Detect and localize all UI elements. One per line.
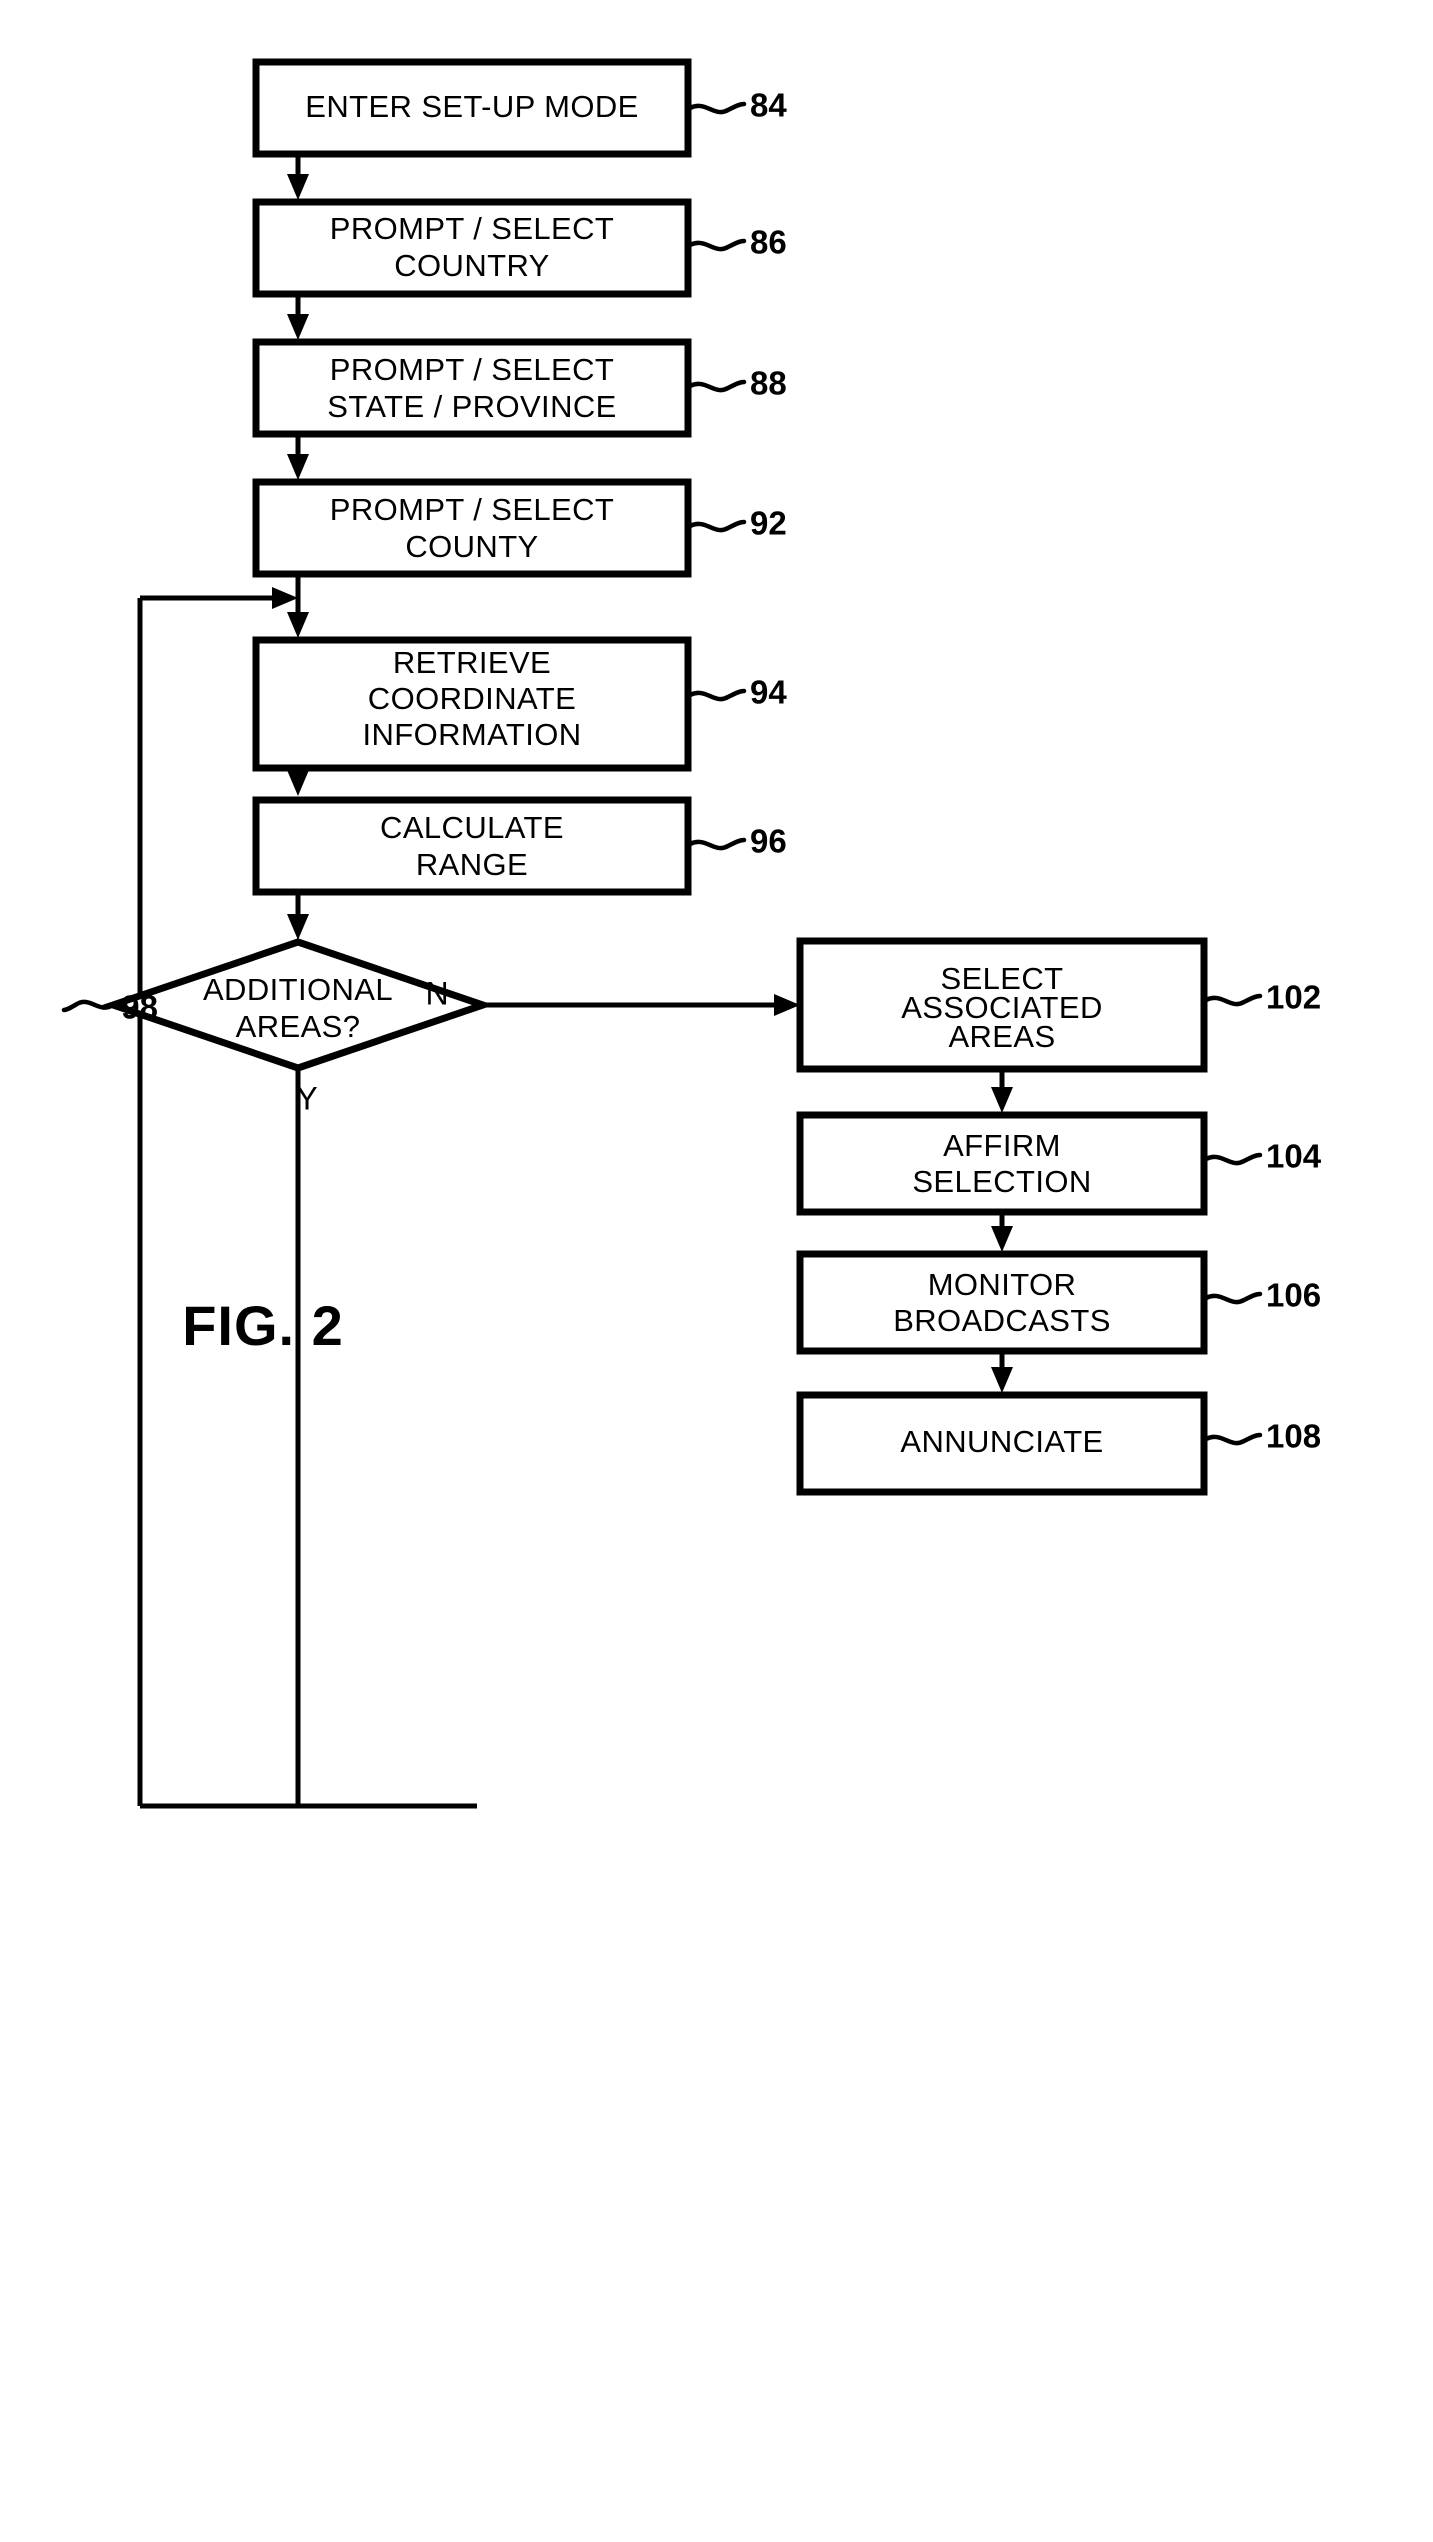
- node-106-label-line-1: BROADCASTS: [893, 1303, 1111, 1338]
- connector-102-to-104: [991, 1069, 1013, 1113]
- node-96-leader-line: [687, 837, 747, 851]
- node-retrieve-coordinate-information: RETRIEVE COORDINATE INFORMATION 94: [252, 636, 787, 772]
- connector-84-to-86: [287, 154, 309, 200]
- connector-106-to-108: [991, 1351, 1013, 1393]
- node-106-label-line-0: MONITOR: [928, 1267, 1077, 1302]
- node-102-leader-line: [1203, 993, 1263, 1007]
- node-88-leader-line: [687, 379, 747, 393]
- arrowhead-no-branch: [774, 994, 800, 1016]
- node-96-ref-number: 96: [750, 823, 787, 860]
- node-96-label-line-0: CALCULATE: [380, 810, 564, 845]
- arrowhead-104-106: [991, 1226, 1013, 1252]
- node-affirm-selection: AFFIRM SELECTION 104: [796, 1111, 1322, 1216]
- node-94-leader-line: [687, 688, 747, 702]
- arrowhead-88-92: [287, 454, 309, 480]
- node-86-leader-line: [687, 238, 747, 252]
- arrowhead-106-108: [991, 1367, 1013, 1393]
- node-select-associated-areas: SELECT ASSOCIATED AREAS 102: [796, 937, 1321, 1073]
- connector-92-to-94: [287, 574, 309, 638]
- node-additional-areas-decision: ADDITIONAL AREAS? 98: [61, 938, 494, 1072]
- node-88-ref-number: 88: [750, 365, 787, 402]
- connector-88-to-92: [287, 434, 309, 480]
- node-92-label-line-1: COUNTY: [405, 529, 538, 564]
- branch-label-no: N: [425, 975, 448, 1011]
- node-94-label-line-2: INFORMATION: [362, 717, 581, 752]
- node-108-leader-line: [1203, 1432, 1263, 1446]
- patent-figure: 82 ENTER SET-UP MODE 84 PROMPT / SELECT …: [0, 0, 1433, 2542]
- node-86-ref-number: 86: [750, 224, 787, 261]
- connector-96-to-98: [287, 892, 309, 940]
- node-98-label-line-1: AREAS?: [236, 1009, 361, 1044]
- connector-94-to-96: [287, 768, 309, 796]
- node-92-leader-line: [687, 519, 747, 533]
- branch-yes-98-loopback: Y: [295, 1068, 318, 1806]
- node-92-ref-number: 92: [750, 505, 787, 542]
- node-98-leader-line: [61, 999, 116, 1013]
- flowchart-diagram: 82 ENTER SET-UP MODE 84 PROMPT / SELECT …: [61, 58, 1322, 1809]
- node-86-label-line-1: COUNTRY: [394, 248, 550, 283]
- node-94-label-line-0: RETRIEVE: [393, 645, 551, 680]
- node-enter-setup-mode: ENTER SET-UP MODE 84: [252, 58, 787, 158]
- node-108-label-line-0: ANNUNCIATE: [900, 1424, 1103, 1459]
- arrowhead-84-86: [287, 174, 309, 200]
- node-calculate-range: CALCULATE RANGE 96: [252, 796, 787, 896]
- node-106-leader-line: [1203, 1291, 1263, 1305]
- node-prompt-select-country: PROMPT / SELECT COUNTRY 86: [252, 198, 787, 298]
- arrowhead-102-104: [991, 1087, 1013, 1113]
- node-annunciate: ANNUNCIATE 108: [796, 1391, 1321, 1496]
- arrowhead-86-88: [287, 314, 309, 340]
- node-94-label-line-1: COORDINATE: [368, 681, 576, 716]
- node-86-label-line-0: PROMPT / SELECT: [330, 211, 615, 246]
- node-104-leader-line: [1203, 1152, 1263, 1166]
- connector-104-to-106: [991, 1212, 1013, 1252]
- branch-no-98-to-102: N: [425, 975, 800, 1016]
- node-98-label-line-0: ADDITIONAL: [203, 972, 393, 1007]
- node-prompt-select-county: PROMPT / SELECT COUNTY 92: [252, 478, 787, 578]
- node-108-ref-number: 108: [1266, 1418, 1321, 1455]
- node-96-label-line-1: RANGE: [416, 847, 528, 882]
- node-84-ref-number: 84: [750, 87, 787, 124]
- node-prompt-select-state-province: PROMPT / SELECT STATE / PROVINCE 88: [252, 338, 787, 438]
- node-104-label-line-0: AFFIRM: [943, 1128, 1061, 1163]
- node-102-label-line-2: AREAS: [948, 1019, 1055, 1054]
- node-104-ref-number: 104: [1266, 1138, 1322, 1175]
- node-98-ref-number: 98: [121, 989, 158, 1026]
- connector-86-to-88: [287, 294, 309, 340]
- branch-label-yes: Y: [296, 1080, 317, 1116]
- arrowhead-96-98: [287, 914, 309, 940]
- node-102-ref-number: 102: [1266, 979, 1321, 1016]
- node-88-label-line-0: PROMPT / SELECT: [330, 352, 615, 387]
- node-92-label-line-0: PROMPT / SELECT: [330, 492, 615, 527]
- node-84-label-line-0: ENTER SET-UP MODE: [305, 89, 639, 124]
- node-88-label-line-1: STATE / PROVINCE: [327, 389, 616, 424]
- figure-caption: FIG. 2: [182, 1294, 344, 1357]
- node-84-leader-line: [687, 101, 747, 115]
- node-106-ref-number: 106: [1266, 1277, 1321, 1314]
- arrowhead-92-94: [287, 612, 309, 638]
- arrowhead-94-96: [287, 770, 309, 796]
- node-94-ref-number: 94: [750, 674, 787, 711]
- node-104-label-line-1: SELECTION: [912, 1164, 1091, 1199]
- arrowhead-loopback: [272, 587, 298, 609]
- node-monitor-broadcasts: MONITOR BROADCASTS 106: [796, 1250, 1321, 1355]
